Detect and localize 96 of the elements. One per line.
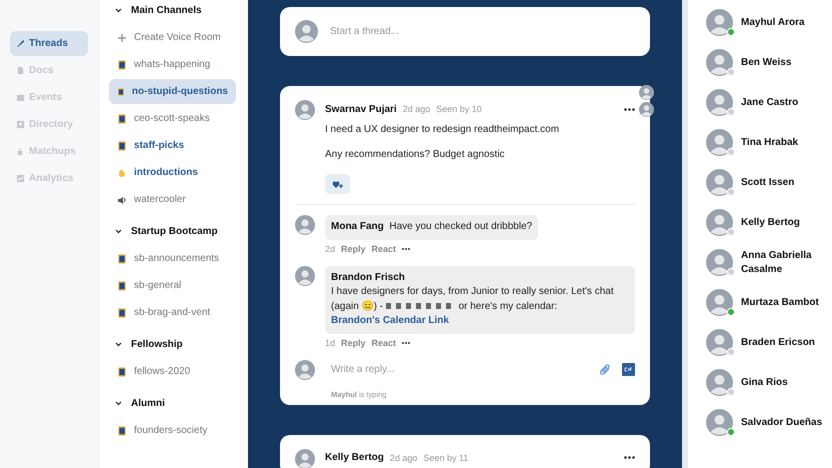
reply-time: 2d [325, 244, 336, 254]
calendar-icon [16, 93, 25, 102]
channel-item[interactable]: watercooler [109, 187, 236, 212]
plus-icon [117, 32, 127, 42]
member-name[interactable]: Mayhul Arora [741, 16, 805, 30]
member-avatar [706, 209, 733, 236]
quill-icon [16, 39, 25, 48]
channel-group-header[interactable]: Main Channels [109, 0, 236, 21]
channel-item[interactable]: sb-announcements [109, 246, 236, 271]
add-reaction-button[interactable] [325, 174, 350, 194]
chart-icon [16, 174, 25, 183]
spool-icon [117, 140, 127, 150]
reply-text: I have designers for days, from Junior to really senior. Let's chat (again 😑) - or here's my calendar: Brandon's Calendar Link [331, 286, 614, 326]
channel-item[interactable]: introductions [109, 160, 236, 185]
channel-group-header[interactable]: Alumni [109, 392, 236, 414]
viewer-avatar [639, 102, 654, 117]
gif-icon[interactable] [622, 363, 635, 376]
spool-icon [117, 86, 125, 96]
react-link[interactable]: React [372, 338, 396, 348]
reply-link[interactable]: Reply [341, 338, 366, 348]
thread-input[interactable]: Start a thread... [328, 25, 635, 38]
calendar-link[interactable]: Brandon's Calendar Link [331, 315, 449, 326]
avatar [295, 448, 315, 468]
waving-hand-icon [117, 168, 127, 178]
reply-link[interactable]: Reply [341, 244, 366, 254]
chevron-down-icon[interactable] [115, 342, 122, 346]
contact-icon [16, 120, 25, 129]
member-avatar [706, 329, 733, 356]
member-avatar [706, 129, 733, 156]
seen-count: Seen by 10 [436, 104, 482, 114]
post-time: 2d ago [402, 104, 430, 114]
channel-item[interactable]: sb-general [109, 273, 236, 298]
paperclip-icon[interactable] [599, 363, 612, 376]
channel-item[interactable]: Create Voice Room [109, 25, 236, 50]
seen-count: Seen by 11 [423, 452, 468, 462]
channel-group-header[interactable]: Fellowship [109, 333, 236, 355]
speaker-icon [117, 194, 127, 204]
chevron-down-icon[interactable] [115, 8, 122, 12]
member-name[interactable]: Scott Issen [741, 176, 794, 190]
member-name[interactable]: Murtaza Bambot [741, 296, 819, 310]
reply-author: Brandon Frisch [331, 270, 406, 284]
spool-icon [117, 60, 127, 70]
reply-time: 1d [325, 338, 336, 348]
channel-item[interactable]: fellows-2020 [109, 359, 236, 384]
avatar [295, 100, 315, 120]
document-icon [16, 66, 25, 75]
reply-author: Mona Fang [331, 221, 384, 232]
member-name[interactable]: Salvador Dueñas [741, 416, 822, 430]
reply-input[interactable]: Write a reply... [325, 363, 589, 376]
spool-icon [117, 426, 127, 436]
spool-icon [117, 308, 127, 318]
member-name[interactable]: Anna Gabriella Casalme [741, 249, 832, 276]
member-avatar [706, 409, 733, 436]
nav-item[interactable]: Threads [10, 31, 88, 56]
member-name[interactable]: Braden Ericson [741, 336, 815, 350]
spool-icon [117, 254, 127, 264]
post-text: I need a UX designer to redesign readtheimpact.com [325, 124, 560, 135]
member-name[interactable]: Gina Rios [741, 376, 788, 390]
spool-icon [117, 366, 127, 376]
heart-plus-icon [332, 180, 343, 188]
member-name[interactable]: Ben Weiss [741, 56, 792, 70]
member-name[interactable]: Jane Castro [741, 96, 798, 110]
member-name[interactable]: Tina Hrabak [741, 136, 798, 150]
more-icon[interactable] [624, 108, 635, 110]
author-name: Swarnav Pujari [325, 104, 397, 114]
more-icon[interactable] [624, 456, 635, 459]
channel-item[interactable]: founders-society [109, 418, 236, 443]
member-avatar [706, 89, 733, 116]
avatar [295, 360, 315, 380]
channel-item[interactable]: no-stupid-questions [109, 79, 236, 104]
cup-icon [16, 147, 25, 156]
avatar [295, 266, 315, 286]
spool-icon [117, 280, 127, 290]
member-avatar [706, 289, 733, 316]
post-time: 2d ago [390, 452, 418, 462]
channel-item[interactable]: whats-happening [109, 52, 236, 77]
member-avatar [706, 249, 733, 276]
member-avatar [706, 169, 733, 196]
member-name[interactable]: Kelly Bertog [741, 216, 800, 230]
reply-text: Have you checked out dribbble? [389, 221, 532, 232]
viewer-avatar [639, 85, 654, 100]
member-avatar [706, 49, 733, 76]
react-link[interactable]: React [372, 244, 396, 254]
author-name: Kelly Bertog [325, 452, 384, 463]
post-text: Any recommendations? Budget agnostic [325, 149, 506, 160]
spool-icon [117, 114, 127, 124]
channel-item[interactable]: ceo-scott-speaks [109, 106, 236, 131]
member-avatar [706, 9, 733, 36]
avatar [295, 20, 318, 43]
channel-group-header[interactable]: Startup Bootcamp [109, 220, 236, 242]
chevron-down-icon[interactable] [115, 400, 122, 406]
channel-item[interactable]: staff-picks [109, 133, 236, 158]
avatar [295, 215, 315, 235]
chevron-down-icon[interactable] [115, 228, 122, 234]
channel-item[interactable]: sb-brag-and-vent [109, 300, 236, 325]
member-avatar [706, 369, 733, 396]
